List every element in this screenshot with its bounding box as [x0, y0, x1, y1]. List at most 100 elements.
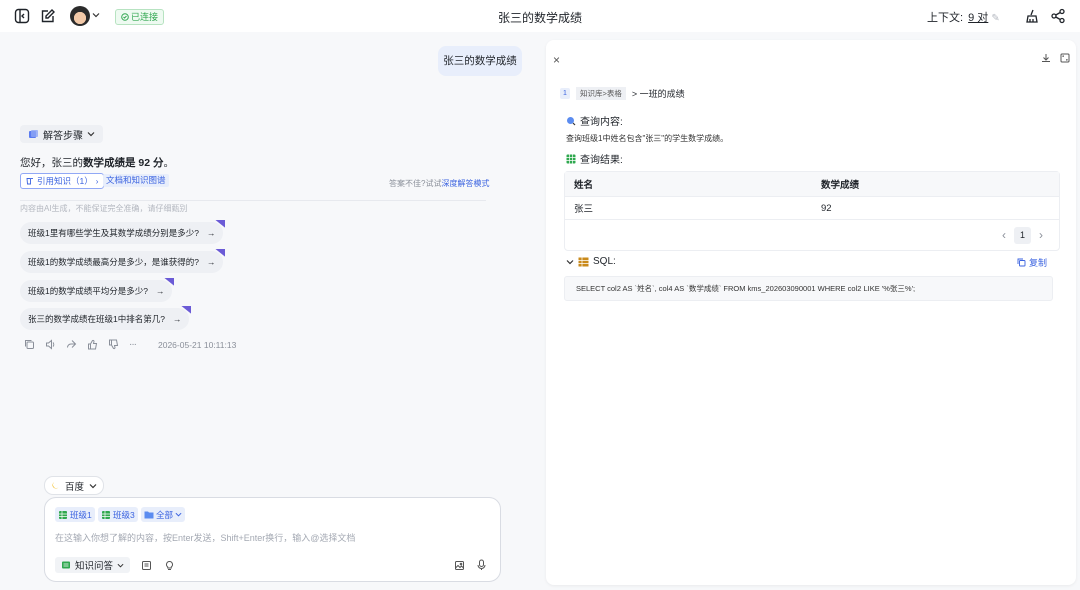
fullscreen-icon[interactable]	[1060, 53, 1070, 63]
chevron-right-icon: ›	[95, 176, 99, 186]
ai-disclaimer: 内容由AI生成，不能保证完全准确，请仔细甄别	[20, 204, 188, 213]
next-page-icon[interactable]: ›	[1039, 228, 1043, 242]
arrow-right-icon: →	[172, 314, 182, 324]
suggestion-badge	[215, 249, 226, 257]
followup-suggestion[interactable]: 张三的数学成绩在班级1中排名第几? →	[20, 306, 192, 330]
sheet-icon	[101, 510, 111, 520]
copy-icon[interactable]	[24, 339, 35, 350]
folder-icon	[144, 510, 154, 519]
share-icon[interactable]	[1050, 8, 1066, 24]
book-icon	[26, 177, 34, 185]
answer-steps-toggle[interactable]: 解答步骤	[20, 125, 103, 143]
page-number[interactable]: 1	[1014, 226, 1031, 244]
sql-code: SELECT col2 AS `姓名`, col4 AS `数学成绩` FROM…	[564, 276, 1053, 301]
followup-text: 班级1的数学成绩最高分是多少，是谁获得的?	[28, 257, 199, 267]
deep-mode-link[interactable]: 深度解答模式	[441, 179, 489, 188]
scope-label: 班级1	[70, 509, 92, 520]
image-upload-icon[interactable]	[454, 560, 465, 571]
column-header: 姓名	[574, 180, 594, 191]
table-header-row: 姓名 数学成绩	[565, 172, 1059, 197]
steps-icon	[28, 129, 39, 140]
table-cell: 92	[821, 202, 832, 214]
query-title: 查询内容:	[580, 117, 623, 128]
mode-selector[interactable]: 知识问答	[55, 557, 131, 573]
cited-knowledge-button[interactable]: 引用知识（1） ›	[20, 173, 105, 189]
answer-text: 您好，张三的数学成绩是 92 分。	[20, 155, 174, 170]
arrow-right-icon: →	[206, 257, 216, 267]
download-icon[interactable]	[1041, 53, 1051, 63]
sql-title: SQL:	[593, 256, 616, 267]
scope-chip-class3[interactable]: 班级3	[98, 507, 138, 522]
copy-icon	[1017, 258, 1026, 267]
table-row: 张三 92	[565, 197, 1059, 220]
speaker-icon[interactable]	[45, 339, 56, 350]
column-header: 数学成绩	[821, 180, 860, 191]
kb-icon	[61, 560, 71, 570]
query-section-title: 查询内容:	[566, 113, 623, 128]
chevron-down-icon	[175, 511, 182, 518]
deep-mode-hint: 答案不佳?试试深度解答模式	[389, 178, 489, 189]
mode-label: 知识问答	[75, 561, 114, 572]
answer-prefix: 您好，张三的	[20, 157, 83, 169]
document-icon[interactable]	[141, 560, 152, 571]
thumbs-up-icon[interactable]	[87, 339, 98, 350]
table-cell: 张三	[574, 204, 594, 215]
followup-suggestion[interactable]: 班级1的数学成绩最高分是多少，是谁获得的? →	[20, 249, 226, 273]
arrow-right-icon: →	[155, 286, 165, 296]
copy-sql-button[interactable]: 复制	[1017, 256, 1047, 269]
top-bar: 已连接 张三的数学成绩 上下文: 9 对 ✎	[0, 0, 1080, 32]
query-content: 查询班级1中姓名包含"张三"的学生数学成绩。	[566, 134, 729, 143]
database-icon	[578, 257, 589, 267]
sql-section-title[interactable]: SQL:	[566, 256, 616, 267]
followup-text: 班级1的数学成绩平均分是多少?	[28, 286, 148, 296]
scope-label: 全部	[156, 509, 174, 520]
suggestion-badge	[215, 220, 226, 228]
result-table: 姓名 数学成绩 张三 92 ‹ 1 ›	[564, 171, 1060, 251]
message-timestamp: 2026-05-21 10:11:13	[158, 340, 237, 350]
followup-suggestion[interactable]: 班级1的数学成绩平均分是多少? →	[20, 278, 175, 302]
more-icon[interactable]: ···	[129, 339, 137, 350]
arrow-right-icon: →	[206, 228, 216, 238]
reference-panel: × 1 知识库>表格 > 一班的成绩 查询内容: 查询班级1中姓名包含"张三"的…	[546, 40, 1076, 585]
reference-number: 1	[560, 88, 570, 99]
context-label: 上下文:	[927, 12, 964, 24]
answer-steps-label: 解答步骤	[43, 130, 83, 142]
context-value[interactable]: 9 对	[968, 12, 988, 24]
pagination: ‹ 1 ›	[565, 220, 1059, 250]
suggestion-badge	[181, 306, 192, 314]
chat-input-box[interactable]: 班级1 班级3 全部 在这输入你想了解的内容，按Enter发送，Shift+En…	[44, 497, 501, 582]
chevron-down-icon	[117, 562, 124, 569]
clean-icon[interactable]	[1024, 8, 1040, 24]
search-icon	[566, 116, 576, 126]
divider	[20, 200, 486, 201]
edit-icon[interactable]: ✎	[991, 13, 999, 24]
result-section-title: 查询结果:	[566, 151, 623, 166]
breadcrumb: 1 知识库>表格 > 一班的成绩	[560, 87, 685, 100]
chat-input-field[interactable]: 在这输入你想了解的内容，按Enter发送，Shift+Enter换行，输入@选择…	[55, 531, 355, 544]
breadcrumb-target: > 一班的成绩	[631, 89, 685, 99]
cited-knowledge-label: 引用知识（1）	[37, 176, 93, 186]
table-icon	[566, 154, 576, 164]
answer-suffix: 。	[163, 157, 175, 169]
forward-icon[interactable]	[66, 339, 77, 350]
model-name: 百度	[65, 481, 85, 493]
model-selector[interactable]: 百度	[44, 476, 105, 495]
lightbulb-icon[interactable]	[164, 560, 175, 571]
scope-chip-class1[interactable]: 班级1	[55, 507, 95, 522]
followup-text: 班级1里有哪些学生及其数学成绩分别是多少?	[28, 228, 199, 238]
context-indicator[interactable]: 上下文: 9 对 ✎	[927, 9, 1000, 25]
result-title: 查询结果:	[580, 155, 623, 166]
page-title: 张三的数学成绩	[497, 11, 582, 25]
thumbs-down-icon[interactable]	[108, 339, 119, 350]
answer-highlight: 数学成绩是 92 分	[83, 157, 164, 169]
close-icon[interactable]: ×	[553, 53, 560, 67]
copy-label: 复制	[1029, 258, 1048, 268]
followup-suggestion[interactable]: 班级1里有哪些学生及其数学成绩分别是多少? →	[20, 220, 226, 244]
microphone-icon[interactable]	[476, 559, 487, 571]
breadcrumb-source[interactable]: 知识库>表格	[576, 87, 626, 100]
hint-prefix: 答案不佳?试试	[389, 179, 442, 188]
chevron-down-icon	[89, 482, 97, 490]
scope-chip-all[interactable]: 全部	[141, 507, 186, 522]
user-message-bubble: 张三的数学成绩	[438, 46, 522, 76]
prev-page-icon[interactable]: ‹	[1002, 228, 1006, 242]
